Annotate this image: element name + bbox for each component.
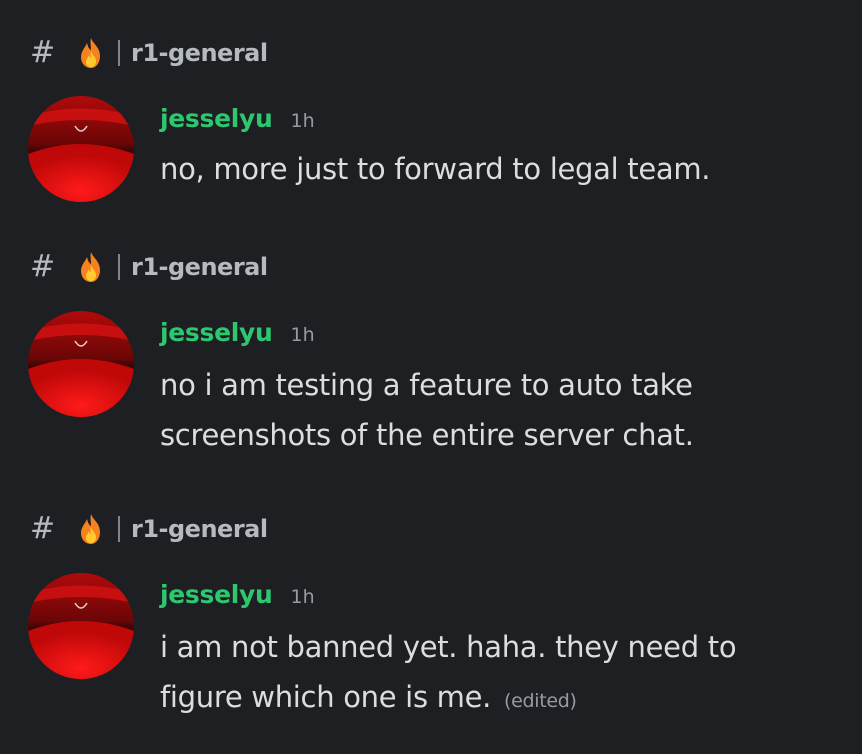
separator <box>118 254 120 280</box>
message-header: jesselyu 1h <box>160 104 315 133</box>
channel-header[interactable]: # r1-general <box>30 512 268 546</box>
hash-icon: # <box>30 511 56 546</box>
username[interactable]: jesselyu <box>160 104 273 133</box>
fire-icon <box>76 513 106 545</box>
channel-name[interactable]: r1-general <box>131 253 268 281</box>
message-line-last: figure which one is me. (edited) <box>160 672 850 726</box>
avatar[interactable] <box>28 96 134 202</box>
message-line: no i am testing a feature to auto take <box>160 368 693 402</box>
separator <box>118 40 120 66</box>
fire-icon <box>76 37 106 69</box>
channel-header[interactable]: # r1-general <box>30 36 268 70</box>
separator <box>118 516 120 542</box>
timestamp[interactable]: 1h <box>291 324 315 346</box>
message-line: i am not banned yet. haha. they need to <box>160 630 737 664</box>
message-header: jesselyu 1h <box>160 580 315 609</box>
fire-icon <box>76 251 106 283</box>
message-line: no, more just to forward to legal team. <box>160 152 711 186</box>
message-header: jesselyu 1h <box>160 318 315 347</box>
message-line-text: figure which one is me. <box>160 680 492 714</box>
channel-name[interactable]: r1-general <box>131 39 268 67</box>
message-content: i am not banned yet. haha. they need to … <box>160 622 850 726</box>
message-content: no, more just to forward to legal team. <box>160 144 850 194</box>
message-line: screenshots of the entire server chat. <box>160 418 694 452</box>
edited-label: (edited) <box>504 690 577 712</box>
channel-name[interactable]: r1-general <box>131 515 268 543</box>
timestamp[interactable]: 1h <box>291 110 315 132</box>
username[interactable]: jesselyu <box>160 580 273 609</box>
channel-header[interactable]: # r1-general <box>30 250 268 284</box>
message-content: no i am testing a feature to auto take s… <box>160 360 850 460</box>
avatar[interactable] <box>28 311 134 417</box>
avatar[interactable] <box>28 573 134 679</box>
username[interactable]: jesselyu <box>160 318 273 347</box>
hash-icon: # <box>30 249 56 284</box>
timestamp[interactable]: 1h <box>291 586 315 608</box>
hash-icon: # <box>30 35 56 70</box>
